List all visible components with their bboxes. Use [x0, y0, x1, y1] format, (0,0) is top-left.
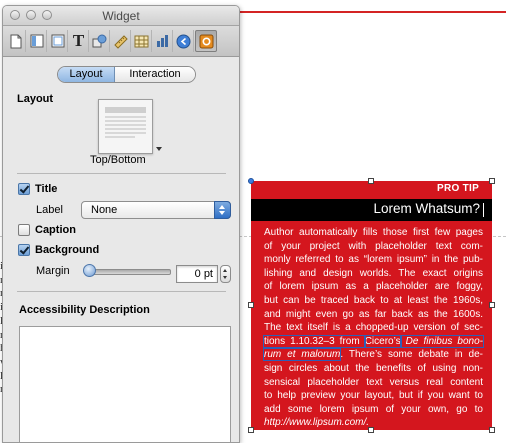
document-icon — [10, 34, 21, 48]
widget-body-line: tions 1.10.32–3 from Cicero’s De finibus… — [263, 334, 485, 349]
inspector-toolbar: T — [3, 26, 239, 57]
selection-handle-top[interactable] — [368, 178, 374, 184]
citation-title: De finibus bono- — [399, 334, 485, 348]
section-divider — [17, 291, 226, 292]
margin-field[interactable]: 0 pt — [176, 265, 218, 283]
selection-handle-top-right[interactable] — [489, 178, 495, 184]
widget-title-bar[interactable]: Lorem Whatsum? — [251, 199, 492, 221]
label-field-label: Label — [36, 204, 63, 216]
widget-body-line: The text itself is a chopped-up version … — [264, 322, 483, 334]
selection-handle-bottom[interactable] — [368, 427, 374, 433]
widget-body-line: rum et malorum. There’s some debate in d… — [262, 348, 484, 362]
widget-body-line: monly referred to as “lorem ipsum” in th… — [264, 254, 483, 266]
layout-preview-icon — [105, 107, 146, 138]
citation-author: Cicero’s — [363, 334, 402, 348]
widget-body-line: Author automatically fills those first f… — [264, 227, 483, 238]
widget-body-text: . There’s some debate in de- — [340, 349, 484, 361]
popup-arrows-icon — [214, 201, 231, 219]
title-checkbox-label: Title — [35, 183, 58, 195]
margin-label: Margin — [36, 265, 70, 277]
widget-title[interactable]: Lorem Whatsum? — [373, 201, 480, 216]
citation-text: tions 1.10.32–3 from — [263, 334, 366, 348]
page-icon — [51, 34, 64, 48]
header-rule — [240, 11, 506, 13]
label-popup-menu[interactable]: None — [81, 201, 231, 219]
widget-body-line: but can be traced back to at least the 1… — [264, 294, 483, 306]
widget-body-line: to help preview your layout, but if you … — [264, 390, 483, 402]
layout-icon — [30, 34, 43, 48]
widget-body-line: sensical placeholder text versus real co… — [264, 376, 483, 388]
title-checkbox[interactable] — [18, 183, 30, 195]
margin-slider-track[interactable] — [87, 269, 171, 275]
widget-body-line: of your project with placeholder text co… — [264, 240, 483, 252]
page-inspector-button[interactable] — [48, 30, 68, 52]
document-inspector-button[interactable] — [6, 30, 26, 52]
layout-thumbnail[interactable] — [98, 99, 153, 154]
margin-stepper[interactable] — [220, 265, 231, 283]
widget-header: PRO TIP — [437, 183, 480, 194]
accessibility-description-field[interactable] — [19, 326, 231, 442]
widget-body-line: add some lorem ipsum of your own, go to — [264, 403, 483, 415]
label-popup-value: None — [91, 204, 118, 216]
layout-inspector-button[interactable] — [27, 30, 47, 52]
layout-heading: Layout — [17, 93, 54, 105]
background-checkbox[interactable] — [18, 244, 30, 256]
link-icon — [176, 34, 191, 48]
accessibility-heading: Accessibility Description — [19, 304, 150, 316]
widget-body-line: lishing and design worlds. The exact ori… — [264, 267, 483, 279]
chart-inspector-button[interactable] — [153, 30, 173, 52]
citation-title-end: rum et malorum — [262, 348, 342, 362]
background-checkbox-label: Background — [35, 244, 100, 256]
table-inspector-button[interactable] — [132, 30, 152, 52]
widget-body[interactable]: Author automatically fills those first f… — [262, 226, 485, 430]
shapes-inspector-button[interactable] — [90, 30, 110, 52]
window-title: Widget — [102, 9, 140, 23]
caption-checkbox[interactable] — [18, 224, 30, 236]
chevron-down-icon[interactable] — [156, 147, 162, 151]
widget-inspector-window: Widget T Layout Interaction Layout Top/B… — [2, 5, 240, 443]
selection-handle-bottom-left[interactable] — [248, 427, 254, 433]
tab-interaction[interactable]: Interaction — [115, 67, 195, 82]
selection-handle-top-left[interactable] — [248, 178, 254, 184]
layout-thumbnail-caption: Top/Bottom — [90, 154, 146, 166]
table-icon — [134, 35, 149, 47]
section-divider — [17, 173, 226, 174]
tab-layout[interactable]: Layout — [58, 67, 115, 82]
title-bar[interactable]: Widget — [3, 6, 239, 26]
widget-body-line: sign circles about the benefits of using… — [264, 362, 483, 374]
text-inspector-button[interactable]: T — [69, 30, 89, 52]
widget-gear-icon — [199, 34, 213, 48]
text-icon: T — [72, 31, 85, 50]
chart-icon — [157, 35, 168, 47]
inspector-tab-control: Layout Interaction — [57, 66, 196, 83]
shapes-icon — [92, 34, 107, 48]
selection-handle-bottom-right[interactable] — [489, 427, 495, 433]
text-cursor — [483, 203, 484, 217]
link-inspector-button[interactable] — [174, 30, 194, 52]
widget-body-line: of lorem ipsum as a placeholder are fogg… — [264, 281, 483, 293]
widget-inspector-button[interactable] — [195, 30, 217, 52]
widget-body-line: and might even go as far back as the 160… — [264, 308, 483, 320]
selection-handle-left[interactable] — [248, 302, 254, 308]
metrics-inspector-button[interactable] — [111, 30, 131, 52]
selection-handle-right[interactable] — [489, 302, 495, 308]
pro-tip-widget[interactable]: PRO TIP Lorem Whatsum? Author automatica… — [251, 181, 492, 430]
margin-slider-knob[interactable] — [83, 264, 96, 277]
caption-checkbox-label: Caption — [35, 224, 76, 236]
ruler-icon — [114, 34, 128, 49]
